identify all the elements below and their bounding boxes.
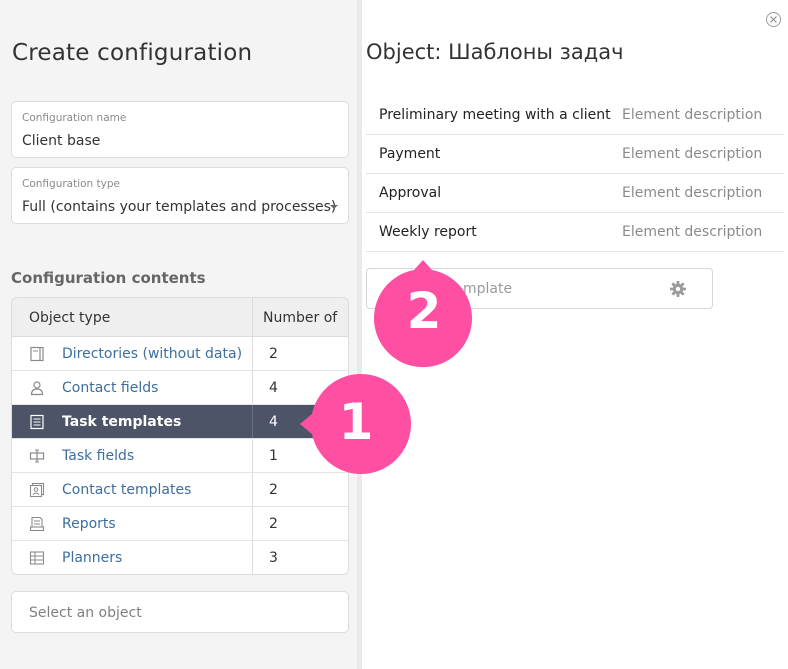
element-description[interactable]: Element description: [622, 224, 762, 240]
element-name[interactable]: Approval: [379, 185, 441, 201]
list-item[interactable]: Weekly report Element description: [366, 213, 784, 252]
row-count: 4: [269, 414, 278, 430]
row-divider: [252, 507, 253, 540]
list-item[interactable]: Preliminary meeting with a client Elemen…: [366, 96, 784, 135]
planner-icon: [29, 551, 45, 565]
configuration-contents-title: Configuration contents: [11, 269, 206, 287]
chevron-down-icon[interactable]: [330, 205, 338, 209]
element-description[interactable]: Element description: [622, 185, 762, 201]
report-icon: [29, 516, 45, 532]
task-template-icon: [30, 414, 44, 430]
column-header-object-type: Object type: [29, 310, 111, 326]
configuration-type-value[interactable]: Full (contains your templates and proces…: [22, 199, 336, 215]
table-row[interactable]: Contact templates 2: [12, 473, 348, 507]
configuration-type-label: Configuration type: [22, 178, 121, 190]
row-divider: [252, 371, 253, 404]
row-count: 2: [269, 516, 278, 532]
row-divider: [252, 405, 253, 438]
table-row[interactable]: Directories (without data) 2: [12, 337, 348, 371]
select-object-placeholder: Select an object: [29, 605, 142, 621]
configuration-type-select[interactable]: Configuration type Full (contains your t…: [11, 167, 349, 224]
table-row[interactable]: Reports 2: [12, 507, 348, 541]
element-description[interactable]: Element description: [622, 146, 762, 162]
column-header-number: Number of: [263, 310, 338, 326]
row-name[interactable]: Contact templates: [62, 482, 191, 498]
row-divider: [252, 541, 253, 574]
select-object-input[interactable]: Select an object: [11, 591, 349, 633]
marker-two-label: 2: [406, 282, 442, 340]
table-header: Object type Number of: [12, 298, 348, 337]
gear-icon[interactable]: [669, 280, 687, 298]
row-count: 2: [269, 482, 278, 498]
row-count: 4: [269, 380, 278, 396]
row-name[interactable]: Reports: [62, 516, 116, 532]
configuration-name-value[interactable]: Client base: [22, 133, 100, 149]
page-title: Create configuration: [12, 40, 253, 66]
element-name[interactable]: Weekly report: [379, 224, 477, 240]
column-divider: [252, 298, 253, 336]
row-divider: [252, 439, 253, 472]
row-count: 3: [269, 550, 278, 566]
row-divider: [252, 337, 253, 370]
row-count: 2: [269, 346, 278, 362]
directory-icon: [30, 346, 44, 362]
contact-icon: [30, 381, 44, 396]
element-description[interactable]: Element description: [622, 107, 762, 123]
object-title: Object: Шаблоны задач: [366, 40, 624, 64]
contact-template-icon: [29, 482, 45, 498]
task-field-icon: [29, 449, 45, 463]
close-icon[interactable]: [766, 12, 781, 27]
row-count: 1: [269, 448, 278, 464]
list-item[interactable]: Approval Element description: [366, 174, 784, 213]
list-item[interactable]: Payment Element description: [366, 135, 784, 174]
row-divider: [252, 473, 253, 506]
table-row[interactable]: Planners 3: [12, 541, 348, 574]
configuration-name-label: Configuration name: [22, 112, 127, 124]
row-name[interactable]: Directories (without data): [62, 346, 242, 362]
configuration-name-field[interactable]: Configuration name Client base: [11, 101, 349, 158]
row-name[interactable]: Planners: [62, 550, 122, 566]
marker-one-label: 1: [338, 393, 374, 451]
object-element-list: Preliminary meeting with a client Elemen…: [366, 96, 784, 252]
row-name[interactable]: Task fields: [62, 448, 134, 464]
row-name[interactable]: Task templates: [62, 414, 181, 430]
element-name[interactable]: Preliminary meeting with a client: [379, 107, 611, 123]
element-name[interactable]: Payment: [379, 146, 440, 162]
row-name[interactable]: Contact fields: [62, 380, 158, 396]
